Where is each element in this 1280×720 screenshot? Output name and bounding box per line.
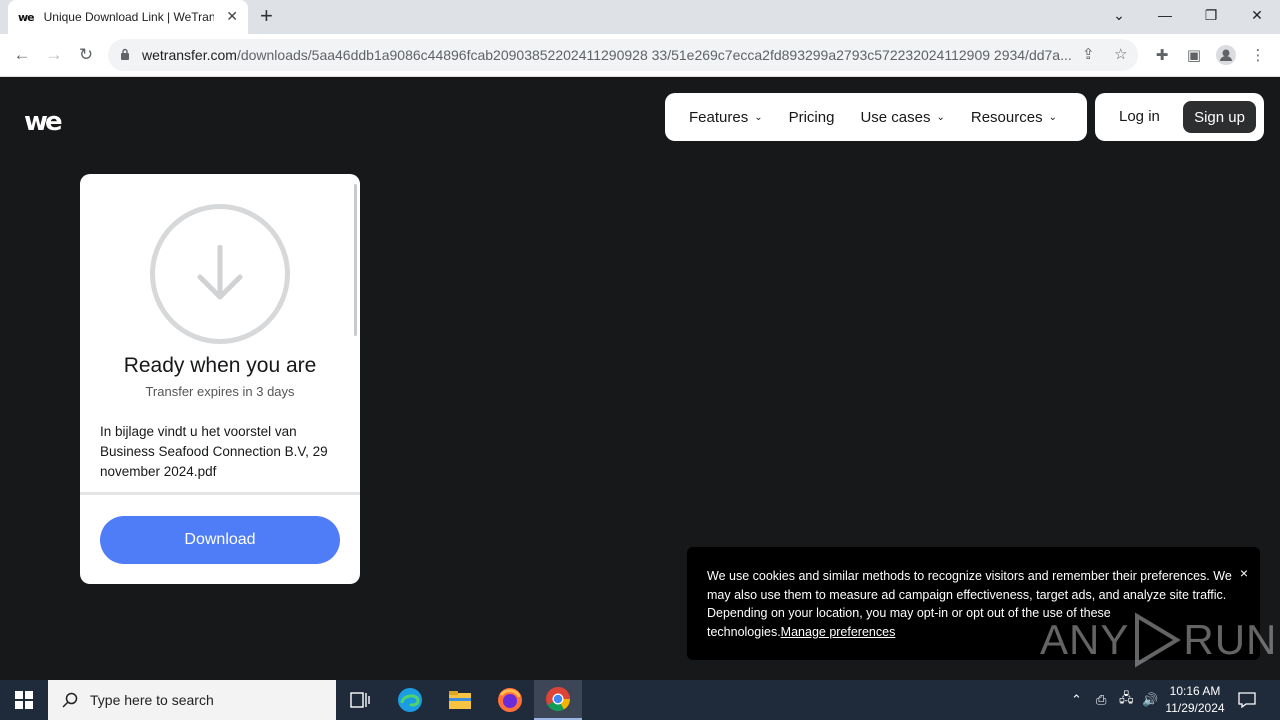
signup-button[interactable]: Sign up [1183, 101, 1256, 133]
browser-tab[interactable]: we Unique Download Link | WeTransfer ✕ [8, 0, 248, 34]
windows-start-icon[interactable] [0, 680, 48, 720]
bookmark-star-icon[interactable]: ☆ [1114, 45, 1127, 63]
chevron-down-icon: ⌄ [754, 111, 763, 123]
watermark-text-left: ANY [1040, 616, 1130, 663]
transfer-message: In bijlage vindt u het voorstel van Busi… [100, 424, 328, 479]
wetransfer-logo[interactable]: we [24, 107, 63, 137]
device-icon[interactable]: ⎙ [1096, 680, 1106, 720]
minimize-button[interactable]: — [1142, 0, 1188, 30]
tab-close-icon[interactable]: ✕ [226, 8, 238, 25]
forward-arrow-icon[interactable]: → [42, 43, 66, 67]
download-card: Ready when you are Transfer expires in 3… [80, 174, 360, 584]
anyrun-watermark: ANY RUN [1040, 612, 1277, 668]
download-button[interactable]: Download [100, 516, 340, 564]
main-nav: Features ⌄ Pricing Use cases ⌄ Resources ⌄ [665, 93, 1087, 141]
tab-search-icon[interactable]: ⌄ [1096, 0, 1142, 30]
auth-nav: Log in Sign up [1095, 93, 1264, 141]
chevron-down-icon: ⌄ [936, 111, 945, 123]
play-icon [1135, 612, 1182, 668]
volume-icon[interactable]: 🔊 [1142, 680, 1158, 720]
taskbar-search-box[interactable]: Type here to search [48, 680, 336, 720]
search-placeholder: Type here to search [90, 692, 214, 708]
close-window-button[interactable]: ✕ [1234, 0, 1280, 30]
restore-button[interactable]: ❐ [1188, 0, 1234, 30]
url-text: wetransfer.com/downloads/5aa46ddb1a9086c… [142, 47, 1072, 63]
wetransfer-favicon-icon: we [18, 10, 35, 24]
firefox-icon[interactable] [486, 680, 534, 720]
reload-icon[interactable]: ↻ [74, 43, 98, 67]
manage-preferences-link[interactable]: Manage preferences [781, 625, 896, 639]
lock-icon [121, 48, 129, 60]
expiry-text: Transfer expires in 3 days [145, 384, 295, 399]
system-clock[interactable]: 10:16 AM 11/29/2024 [1160, 683, 1230, 717]
network-icon[interactable]: 🖧 [1119, 680, 1134, 720]
wetransfer-page: we Features ⌄ Pricing Use cases ⌄ Resource… [0, 77, 1280, 680]
browser-toolbar: ← → ↻ wetransfer.com/downloads/5aa46ddb1… [0, 34, 1280, 77]
clock-date: 11/29/2024 [1165, 701, 1225, 715]
file-explorer-icon[interactable] [436, 680, 484, 720]
show-hidden-icons-chevron-icon[interactable]: ⌃ [1071, 680, 1082, 720]
nav-features[interactable]: Features ⌄ [689, 109, 763, 126]
notifications-icon[interactable] [1238, 680, 1256, 720]
chrome-icon[interactable] [534, 680, 582, 720]
card-scrollbar[interactable] [354, 184, 357, 336]
nav-resources[interactable]: Resources ⌄ [971, 109, 1057, 126]
windows-taskbar: Type here to search ⌃ ⎙ 🖧 🔊 10:16 AM 11/… [0, 680, 1280, 720]
profile-avatar-icon[interactable] [1214, 43, 1238, 67]
share-icon[interactable]: ⇪ [1082, 45, 1095, 63]
edge-browser-icon[interactable] [386, 680, 434, 720]
card-title: Ready when you are [123, 354, 317, 377]
back-arrow-icon[interactable]: ← [10, 43, 34, 67]
browser-tab-strip: we Unique Download Link | WeTransfer ✕ +… [0, 0, 1280, 34]
download-circle [150, 204, 290, 344]
nav-use-cases[interactable]: Use cases ⌄ [860, 109, 944, 126]
new-tab-button[interactable]: + [260, 4, 273, 28]
search-icon [62, 692, 78, 708]
extensions-puzzle-icon[interactable]: ✚ [1150, 43, 1174, 67]
login-link[interactable]: Log in [1119, 108, 1160, 125]
close-icon[interactable]: × [1240, 565, 1248, 581]
browser-menu-icon[interactable]: ⋮ [1246, 43, 1270, 67]
task-view-icon[interactable] [336, 680, 384, 720]
card-divider [80, 492, 360, 495]
nav-pricing[interactable]: Pricing [789, 109, 835, 126]
clock-time: 10:16 AM [1169, 684, 1221, 698]
address-bar[interactable]: wetransfer.com/downloads/5aa46ddb1a9086c… [108, 39, 1138, 71]
chevron-down-icon: ⌄ [1048, 111, 1057, 123]
tab-title: Unique Download Link | WeTransfer [43, 10, 214, 24]
download-arrow-icon [197, 245, 243, 300]
watermark-text-right: RUN [1183, 616, 1278, 663]
side-panel-icon[interactable]: ▣ [1182, 43, 1206, 67]
